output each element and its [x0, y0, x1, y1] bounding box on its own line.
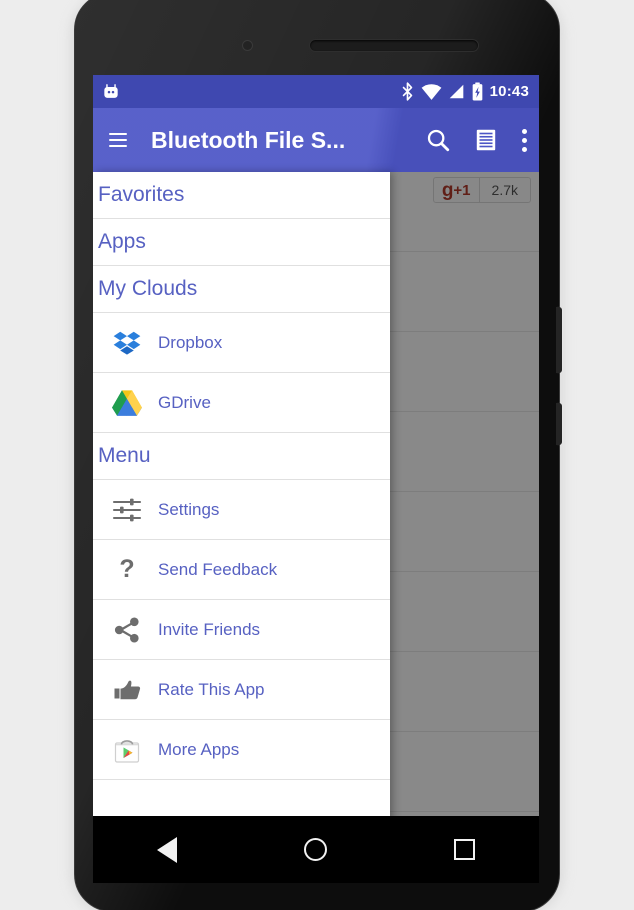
drawer-label: Send Feedback: [158, 559, 278, 579]
drawer-label: Menu: [98, 444, 151, 467]
phone-screen: 10:43 Bluetooth File S... g +1 2.7k Favo…: [93, 75, 539, 883]
drawer-label: More Apps: [158, 739, 240, 759]
share-icon: [114, 617, 139, 642]
drawer-header-apps[interactable]: Apps: [93, 219, 390, 266]
battery-charging-icon: [472, 82, 482, 101]
drawer-label: My Clouds: [98, 277, 198, 300]
bluetooth-icon: [402, 82, 412, 101]
cell-signal-icon: [449, 84, 463, 99]
status-bar-clock: 10:43: [489, 83, 529, 100]
app-toolbar: Bluetooth File S...: [93, 108, 539, 172]
nav-home-button[interactable]: [303, 838, 327, 861]
search-icon[interactable]: [425, 127, 451, 153]
content-area: g +1 2.7k Favorites Apps My Clouds Dropb…: [93, 172, 539, 847]
icon-slot: ?: [98, 556, 156, 584]
icon-slot: [98, 616, 156, 644]
drawer-label: Favorites: [98, 183, 185, 206]
drawer-label: Rate This App: [158, 679, 265, 699]
drawer-item-gdrive[interactable]: GDrive: [93, 373, 390, 433]
nav-back-button[interactable]: [156, 836, 177, 863]
drawer-item-more-apps[interactable]: More Apps: [93, 720, 390, 780]
hamburger-menu-icon[interactable]: [107, 129, 129, 151]
play-store-bag-icon: [114, 739, 140, 763]
screenshot-stage: 10:43 Bluetooth File S... g +1 2.7k Favo…: [0, 0, 634, 910]
drawer-item-send-feedback[interactable]: ? Send Feedback: [93, 540, 390, 600]
navigation-drawer: Favorites Apps My Clouds Dropbox GDrive …: [93, 172, 390, 847]
status-bar-system-icons: 10:43: [400, 82, 529, 101]
earpiece-speaker: [309, 39, 479, 52]
icon-slot: [98, 497, 156, 523]
drawer-label: GDrive: [158, 392, 211, 412]
android-robot-icon: [104, 83, 118, 98]
wifi-icon: [421, 83, 442, 100]
drawer-header-my-clouds[interactable]: My Clouds: [93, 266, 390, 313]
drawer-item-dropbox[interactable]: Dropbox: [93, 313, 390, 373]
drawer-label: Apps: [98, 230, 146, 253]
page-title: Bluetooth File S...: [151, 126, 346, 153]
toolbar-actions: [425, 127, 527, 153]
dropbox-icon: [113, 331, 141, 355]
android-navigation-bar: [93, 816, 539, 883]
google-drive-icon: [112, 389, 142, 416]
list-view-icon[interactable]: [473, 127, 499, 153]
drawer-item-rate-this-app[interactable]: Rate This App: [93, 660, 390, 720]
drawer-header-favorites[interactable]: Favorites: [93, 172, 390, 219]
drawer-header-menu[interactable]: Menu: [93, 433, 390, 480]
question-mark-icon: ?: [119, 556, 134, 583]
drawer-label: Invite Friends: [158, 619, 261, 639]
status-bar-notifications: [101, 82, 121, 102]
icon-slot: [98, 389, 156, 417]
overflow-menu-icon[interactable]: [521, 127, 527, 153]
front-camera-icon: [242, 40, 253, 51]
volume-rocker-button[interactable]: [556, 307, 562, 373]
icon-slot: [98, 735, 156, 765]
drawer-label: Settings: [158, 499, 220, 519]
power-button[interactable]: [556, 403, 562, 445]
status-bar: 10:43: [93, 75, 539, 108]
drawer-item-invite-friends[interactable]: Invite Friends: [93, 600, 390, 660]
sliders-settings-icon: [112, 498, 142, 521]
icon-slot: [98, 330, 156, 356]
svg-text:?: ?: [119, 556, 134, 583]
thumbs-up-icon: [114, 680, 141, 699]
drawer-item-settings[interactable]: Settings: [93, 480, 390, 540]
nav-recent-apps-button[interactable]: [454, 839, 476, 860]
icon-slot: [98, 676, 156, 704]
drawer-label: Dropbox: [158, 332, 223, 352]
